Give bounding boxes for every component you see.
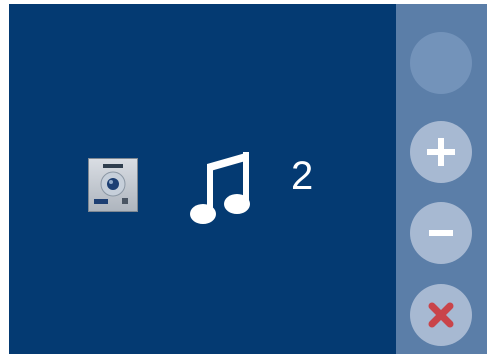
increase-button[interactable] bbox=[410, 121, 472, 183]
close-icon bbox=[428, 302, 454, 328]
sidebar bbox=[396, 4, 487, 354]
close-button[interactable] bbox=[410, 284, 472, 346]
music-note-icon bbox=[189, 148, 259, 226]
decrease-button[interactable] bbox=[410, 202, 472, 264]
empty-slot-button[interactable] bbox=[410, 32, 472, 94]
plus-icon bbox=[427, 138, 455, 166]
ringtone-screen: 2 bbox=[9, 4, 487, 354]
ringtone-number: 2 bbox=[291, 154, 314, 198]
minus-icon bbox=[429, 230, 453, 236]
door-entry-panel-icon bbox=[88, 158, 138, 212]
